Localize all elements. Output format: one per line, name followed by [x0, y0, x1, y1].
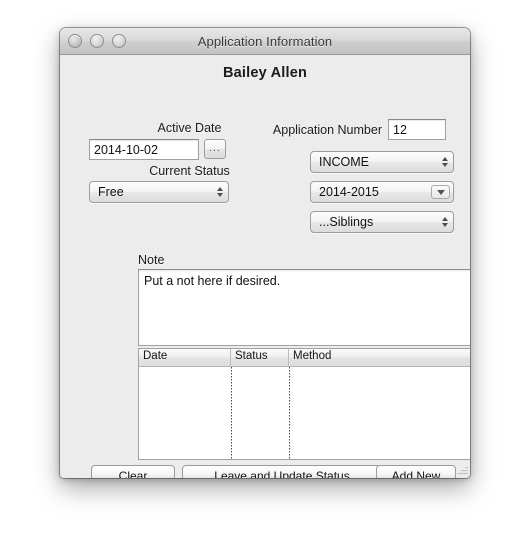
zoom-button[interactable] [112, 34, 126, 48]
siblings-value: ...Siblings [319, 215, 374, 229]
clear-button[interactable]: Clear [91, 465, 175, 478]
window-titlebar[interactable]: Application Information [60, 28, 470, 55]
chevron-down-icon[interactable] [431, 185, 450, 199]
application-window: Application Information Bailey Allen Act… [60, 28, 470, 478]
table-header-row: Date Status Method No. [139, 349, 470, 367]
stepper-arrows-icon[interactable] [442, 157, 448, 167]
page-title: Bailey Allen [222, 65, 308, 81]
column-header-status[interactable]: Status [231, 349, 289, 366]
application-number-label: Application Number [272, 123, 382, 137]
table-body[interactable] [139, 367, 470, 459]
current-status-select[interactable]: Free [89, 181, 229, 203]
application-number-input[interactable]: 12 [388, 119, 446, 140]
method-value: INCOME [319, 155, 369, 169]
close-button[interactable] [68, 34, 82, 48]
active-date-input[interactable]: 2014-10-02 [89, 139, 199, 160]
traffic-light-buttons [68, 28, 126, 54]
year-select[interactable]: 2014-2015 [310, 181, 454, 203]
active-date-label: Active Date [157, 121, 222, 135]
column-header-date[interactable]: Date [139, 349, 231, 366]
siblings-select[interactable]: ...Siblings [310, 211, 454, 233]
add-new-button[interactable]: Add New [376, 465, 456, 478]
note-textarea[interactable]: Put a not here if desired. [139, 270, 470, 345]
resize-grip-icon[interactable] [456, 464, 468, 476]
current-status-label: Current Status [149, 164, 230, 178]
window-content: Bailey Allen Active Date 2014-10-02 ... … [60, 55, 470, 478]
column-header-method[interactable]: Method [289, 349, 470, 366]
minimize-button[interactable] [90, 34, 104, 48]
year-value: 2014-2015 [319, 185, 379, 199]
stepper-arrows-icon[interactable] [217, 187, 223, 197]
column-divider [231, 367, 232, 459]
current-status-value: Free [98, 185, 124, 199]
note-field[interactable]: Put a not here if desired. [138, 269, 470, 346]
leave-and-update-status-button[interactable]: Leave and Update Status [182, 465, 382, 478]
stepper-arrows-icon[interactable] [442, 217, 448, 227]
column-divider [289, 367, 290, 459]
note-label: Note [138, 253, 165, 267]
date-picker-button[interactable]: ... [204, 139, 226, 159]
method-select[interactable]: INCOME [310, 151, 454, 173]
records-table[interactable]: Date Status Method No. [138, 348, 470, 460]
